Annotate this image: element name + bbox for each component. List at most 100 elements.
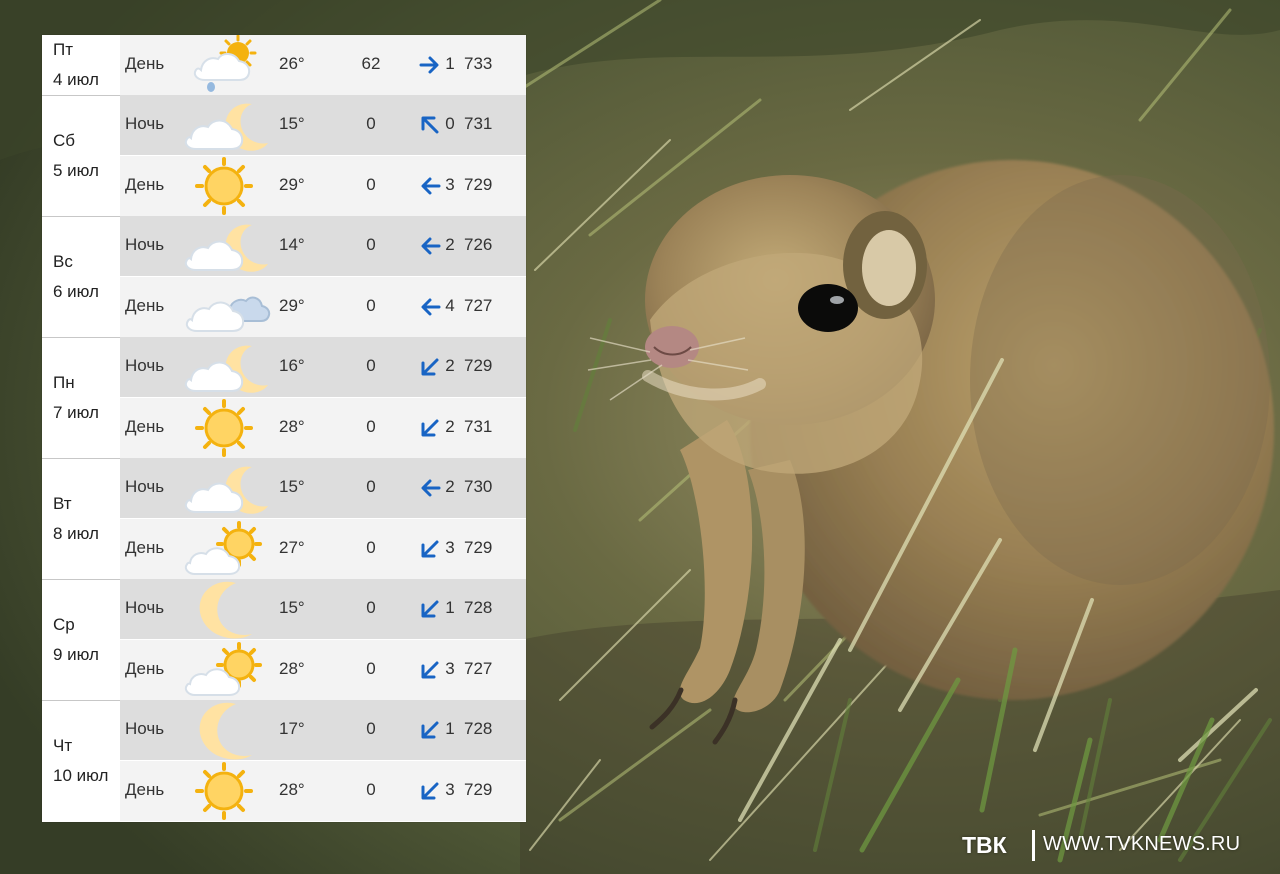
wind-arrow-west-icon (421, 237, 441, 255)
day-date-label: Вт 8 июл (53, 489, 117, 549)
precipitation-value: 0 (366, 659, 376, 678)
date-label: 5 июл (53, 161, 99, 180)
cloudy-icon (185, 296, 271, 332)
weekday-label: Вт (53, 494, 72, 513)
wind-speed-value: 3 (445, 538, 455, 557)
wind-arrow-southwest-icon (421, 540, 439, 558)
pressure-value: 729 (464, 356, 493, 375)
sun-cloud-icon (184, 521, 262, 575)
cloud-moon-icon (184, 466, 268, 514)
pressure-value: 731 (464, 417, 493, 436)
forecast-day-thursday: Чт 10 июл Ночь 17° 0 1 728 День 28° 0 3 … (42, 700, 526, 822)
period-label: Ночь (125, 719, 165, 738)
sun-cloud-icon (184, 642, 262, 696)
weather-forecast-panel: Пт 4 июл День 26° 62 1 733 Сб 5 июл Ночь… (42, 35, 526, 822)
forecast-row-night: Ночь 14° 0 2 726 (120, 216, 526, 276)
precipitation-value: 0 (366, 296, 376, 315)
date-label: 8 июл (53, 524, 99, 543)
temperature-value: 28° (279, 659, 305, 678)
temperature-value: 29° (279, 296, 305, 315)
sun-icon (195, 762, 253, 820)
temperature-value: 29° (279, 175, 305, 194)
forecast-row-night: Ночь 15° 0 0 731 (120, 95, 526, 155)
wind-arrow-southwest-icon (421, 419, 439, 437)
temperature-value: 14° (279, 235, 305, 254)
temperature-value: 15° (279, 114, 305, 133)
tvk-news-watermark: ТВК WWW.TVKNEWS.RU (962, 830, 1262, 864)
temperature-value: 17° (279, 719, 305, 738)
date-label: 6 июл (53, 282, 99, 301)
wind-speed-value: 3 (445, 780, 455, 799)
precipitation-value: 0 (366, 780, 376, 799)
day-date-label: Чт 10 июл (53, 731, 117, 791)
wind-arrow-northwest-icon (421, 116, 439, 134)
wind-speed-value: 2 (445, 417, 455, 436)
precipitation-value: 0 (366, 598, 376, 617)
sun-icon (195, 399, 253, 457)
period-label: Ночь (125, 598, 165, 617)
precipitation-value: 0 (366, 719, 376, 738)
sun-icon (195, 157, 253, 215)
pressure-value: 729 (464, 538, 493, 557)
weekday-label: Пт (53, 40, 74, 59)
temperature-value: 26° (279, 54, 305, 73)
cloud-moon-icon (184, 103, 268, 151)
wind-speed-value: 4 (445, 296, 455, 315)
pressure-value: 729 (464, 780, 493, 799)
period-label: Ночь (125, 114, 165, 133)
forecast-row-night: Ночь 17° 0 1 728 (120, 700, 526, 760)
wind-arrow-west-icon (421, 298, 441, 316)
temperature-value: 15° (279, 477, 305, 496)
day-date-label: Вс 6 июл (53, 247, 117, 307)
temperature-value: 28° (279, 417, 305, 436)
forecast-row-night: Ночь 15° 0 1 728 (120, 579, 526, 639)
pressure-value: 726 (464, 235, 493, 254)
period-label: День (125, 175, 165, 194)
forecast-day-wednesday: Ср 9 июл Ночь 15° 0 1 728 День 28° 0 3 7… (42, 579, 526, 700)
cloud-sun-rain-icon (193, 35, 257, 92)
wind-arrow-east-icon (419, 56, 439, 74)
precipitation-value: 0 (366, 417, 376, 436)
tvk-website-url: WWW.TVKNEWS.RU (1043, 833, 1241, 855)
wind-arrow-southwest-icon (421, 721, 439, 739)
temperature-value: 15° (279, 598, 305, 617)
weekday-label: Чт (53, 736, 73, 755)
tvk-logo: ТВК (962, 832, 1007, 858)
day-date-label: Пн 7 июл (53, 368, 117, 428)
date-label: 10 июл (53, 766, 109, 785)
forecast-day-monday: Пн 7 июл Ночь 16° 0 2 729 День 28° 0 2 7… (42, 337, 526, 458)
day-date-label: Пт 4 июл (53, 35, 117, 95)
forecast-row-day: День 28° 0 3 729 (120, 761, 526, 821)
precipitation-value: 0 (366, 235, 376, 254)
watermark-divider (1032, 830, 1035, 861)
wind-speed-value: 3 (445, 659, 455, 678)
wind-speed-value: 2 (445, 356, 455, 375)
wind-speed-value: 1 (445, 54, 455, 73)
weekday-label: Пн (53, 373, 75, 392)
forecast-day-saturday: Сб 5 июл Ночь 15° 0 0 731 День 29° 0 3 7… (42, 95, 526, 216)
cloud-moon-icon (184, 345, 268, 393)
wind-speed-value: 1 (445, 719, 455, 738)
forecast-row-day: День 29° 0 3 729 (120, 156, 526, 216)
wind-arrow-southwest-icon (421, 661, 439, 679)
period-label: Ночь (125, 356, 165, 375)
period-label: Ночь (125, 477, 165, 496)
precipitation-value: 0 (366, 477, 376, 496)
forecast-row-day: День 29° 0 4 727 (120, 277, 526, 337)
pressure-value: 729 (464, 175, 493, 194)
temperature-value: 27° (279, 538, 305, 557)
forecast-day-sunday: Вс 6 июл Ночь 14° 0 2 726 День 29° 0 4 7… (42, 216, 526, 337)
period-label: День (125, 659, 165, 678)
period-label: Ночь (125, 235, 165, 254)
pressure-value: 728 (464, 598, 493, 617)
precipitation-value: 0 (366, 538, 376, 557)
day-date-label: Ср 9 июл (53, 610, 117, 670)
wind-speed-value: 2 (445, 235, 455, 254)
period-label: День (125, 780, 165, 799)
forecast-row-day: День 27° 0 3 729 (120, 519, 526, 579)
period-label: День (125, 54, 165, 73)
date-label: 4 июл (53, 70, 99, 89)
forecast-row-night: Ночь 16° 0 2 729 (120, 337, 526, 397)
day-date-label: Сб 5 июл (53, 126, 117, 186)
precipitation-value: 0 (366, 175, 376, 194)
